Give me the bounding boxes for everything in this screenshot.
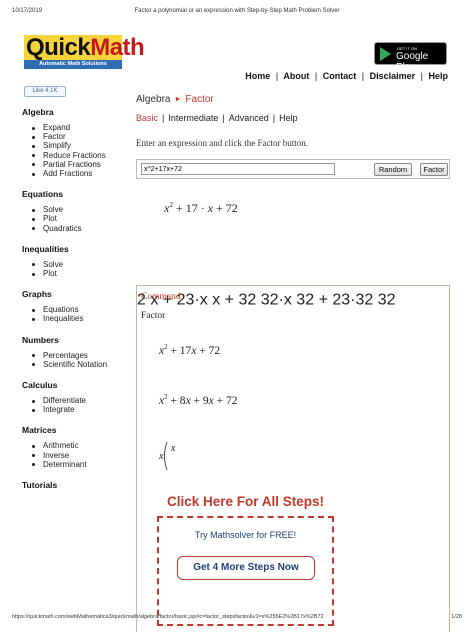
- sidebar-heading-calculus: Calculus: [22, 380, 58, 391]
- sidebar-item-partial-fractions[interactable]: Partial Fractions: [32, 160, 127, 169]
- print-footer: https://quickmath.com/webMathematica3/qu…: [12, 614, 462, 620]
- sidebar-item-quadratics[interactable]: Quadratics: [32, 224, 127, 233]
- tab-help[interactable]: Help: [279, 113, 298, 123]
- sidebar-item-graph-equations[interactable]: Equations: [32, 305, 127, 314]
- all-steps-link[interactable]: Click Here For All Steps!: [167, 494, 324, 509]
- sidebar-item-percentages[interactable]: Percentages: [32, 351, 127, 360]
- sidebar-item-differentiate[interactable]: Differentiate: [32, 396, 127, 405]
- google-play-badge[interactable]: GET IT ON Google Play: [374, 42, 447, 73]
- sidebar-item-inequality-solve[interactable]: Solve: [32, 260, 127, 269]
- sidebar-item-plot[interactable]: Plot: [32, 214, 127, 223]
- promo-text: Try Mathsolver for FREE!: [194, 530, 297, 540]
- expression-preview: x2 + 17 · x + 72: [164, 201, 238, 215]
- google-play-text: Google Play: [396, 51, 429, 73]
- sidebar-item-add-fractions[interactable]: Add Fractions: [32, 169, 127, 178]
- facebook-like-button[interactable]: Like 4.1K: [24, 86, 66, 97]
- nav-contact[interactable]: Contact: [323, 71, 357, 81]
- sidebar-item-simplify[interactable]: Simplify: [32, 141, 127, 150]
- mode-tabs: Basic | Intermediate | Advanced | Help: [136, 113, 298, 123]
- command-label: Command: [141, 292, 181, 302]
- main-content: Algebra ► Factor Basic | Intermediate | Advanc…: [136, 92, 450, 216]
- nav-home[interactable]: Home: [245, 71, 270, 81]
- sidebar-heading-algebra: Algebra: [22, 107, 54, 117]
- sidebar-item-inequality-plot[interactable]: Plot: [32, 269, 127, 278]
- nav-about[interactable]: About: [283, 71, 309, 81]
- sidebar-item-expand[interactable]: Expand: [32, 123, 127, 132]
- nav-disclaimer[interactable]: Disclaimer: [370, 71, 416, 81]
- sidebar-heading-inequalities: Inequalities: [22, 243, 69, 254]
- instructions-text: Enter an expression and click the Factor…: [136, 138, 308, 148]
- tab-basic[interactable]: Basic: [136, 113, 158, 123]
- get-more-steps-button[interactable]: Get 4 More Steps Now: [177, 556, 315, 580]
- sidebar: Algebra Expand Factor Simplify Reduce Fr…: [22, 107, 127, 496]
- sidebar-item-graph-inequalities[interactable]: Inequalities: [32, 314, 127, 323]
- result-panel: Command Factor x2 + 17x + 72 x2 + 8x + 9…: [136, 285, 450, 632]
- print-title: Factor a polynomial or an expression wit…: [134, 8, 340, 14]
- sidebar-heading-equations: Equations: [22, 189, 64, 200]
- breadcrumb: Algebra ► Factor: [136, 94, 450, 105]
- breadcrumb-parent[interactable]: Algebra: [136, 94, 170, 105]
- print-url: https://quickmath.com/webMathematica3/qu…: [12, 614, 324, 620]
- step-expression-3: x x: [158, 441, 176, 471]
- sidebar-item-solve[interactable]: Solve: [32, 205, 127, 214]
- top-navigation: Home | About | Contact | Disclaimer | He…: [245, 71, 448, 81]
- step-expression-1: x2 + 17x + 72: [159, 344, 221, 357]
- factor-button[interactable]: Factor: [420, 163, 448, 176]
- logo-wordmark: QuickMath: [24, 34, 145, 61]
- quickmath-logo[interactable]: QuickMath Automatic Math Solutions: [24, 34, 145, 71]
- play-store-icon: [380, 47, 391, 61]
- sidebar-item-inverse[interactable]: Inverse: [32, 451, 127, 460]
- sidebar-item-scientific-notation[interactable]: Scientific Notation: [32, 360, 127, 369]
- sidebar-item-reduce-fractions[interactable]: Reduce Fractions: [32, 151, 127, 160]
- tab-advanced[interactable]: Advanced: [229, 113, 269, 123]
- svg-text:x: x: [158, 451, 164, 462]
- expression-input[interactable]: [141, 163, 335, 175]
- step-expression-2: x2 + 8x + 9x + 72: [159, 394, 238, 407]
- tab-intermediate[interactable]: Intermediate: [168, 113, 218, 123]
- sidebar-item-arithmetic[interactable]: Arithmetic: [32, 441, 127, 450]
- sidebar-item-factor[interactable]: Factor: [32, 132, 127, 141]
- sidebar-item-integrate[interactable]: Integrate: [32, 405, 127, 414]
- random-button[interactable]: Random: [374, 163, 412, 176]
- breadcrumb-arrow-icon: ►: [174, 96, 182, 103]
- print-header: 10/17/2019 Factor a polynomial or an exp…: [12, 8, 462, 18]
- nav-help[interactable]: Help: [428, 71, 448, 81]
- logo-tagline: Automatic Math Solutions: [24, 60, 122, 69]
- sidebar-item-determinant[interactable]: Determinant: [32, 460, 127, 469]
- breadcrumb-current: Factor: [185, 94, 214, 105]
- expression-form: Random Factor: [136, 159, 450, 179]
- svg-text:x: x: [170, 443, 176, 454]
- sidebar-heading-tutorials[interactable]: Tutorials: [22, 480, 127, 490]
- function-name: Factor: [141, 311, 166, 321]
- mathsolver-promo: Try Mathsolver for FREE! Get 4 More Step…: [157, 516, 334, 626]
- sidebar-heading-matrices: Matrices: [22, 425, 57, 436]
- print-page-number: 1/28: [451, 614, 462, 620]
- sidebar-heading-graphs: Graphs: [22, 289, 52, 300]
- sidebar-heading-numbers: Numbers: [22, 334, 59, 345]
